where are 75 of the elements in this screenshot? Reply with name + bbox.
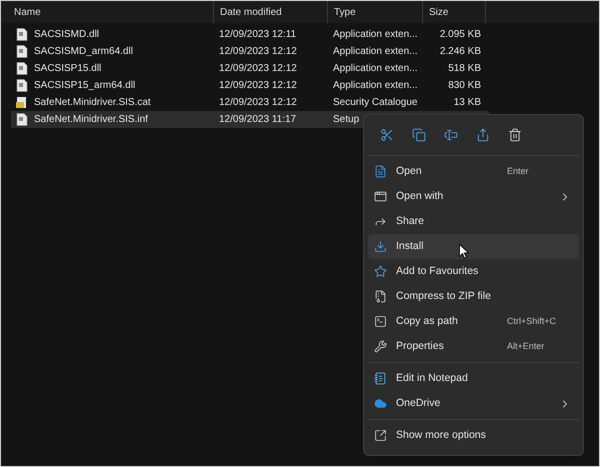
- menu-item-label: Compress to ZIP file: [396, 288, 491, 304]
- file-size: 2.246 KB: [440, 45, 481, 59]
- file-size: 830 KB: [448, 79, 481, 93]
- file-date: 12/09/2023 12:12: [218, 45, 298, 59]
- file-type: Application exten...: [332, 62, 418, 76]
- menu-item-label: Open: [396, 164, 422, 179]
- file-size: 13 KB: [454, 96, 481, 110]
- file-name: SACSISP15_arm64.dll: [34, 79, 136, 93]
- file-date: 12/09/2023 12:12: [218, 96, 298, 110]
- document-icon: [374, 165, 387, 178]
- more-options-icon: [374, 429, 387, 442]
- file-size: 518 KB: [448, 62, 481, 76]
- file-icon: [16, 62, 28, 75]
- file-icon: [16, 113, 28, 126]
- file-row[interactable]: SACSISP15.dll 12/09/2023 12:12 Application exten... 518 KB: [11, 60, 489, 77]
- file-size: 2.095 KB: [440, 28, 481, 42]
- notepad-icon: [374, 372, 387, 385]
- path-icon: [374, 315, 387, 328]
- menu-item[interactable]: OneDrive: [368, 391, 579, 416]
- copy-icon[interactable]: [410, 126, 427, 144]
- shortcut-label: Alt+Enter: [507, 340, 546, 353]
- star-icon: [374, 265, 387, 278]
- file-type: Application exten...: [332, 79, 418, 93]
- menu-item-label: Show more options: [396, 428, 486, 443]
- file-type: Application exten...: [332, 28, 418, 42]
- file-name: SACSISMD.dll: [34, 28, 100, 42]
- app-window-icon: [374, 190, 387, 203]
- file-date: 12/09/2023 12:12: [218, 62, 298, 76]
- file-type: Security Catalogue: [332, 96, 418, 110]
- file-name: SACSISP15.dll: [34, 62, 102, 76]
- menu-item-label: Properties: [396, 338, 444, 354]
- file-row[interactable]: SafeNet.Minidriver.SIS.cat 12/09/2023 12:12 Security Catalogue 13 KB: [11, 94, 489, 111]
- shortcut-label: Enter: [507, 164, 530, 178]
- file-name: SACSISMD_arm64.dll: [34, 45, 133, 59]
- cursor-icon: [459, 244, 469, 259]
- menu-item[interactable]: Compress to ZIP file: [368, 284, 579, 309]
- menu-item[interactable]: Open Enter: [368, 159, 579, 184]
- file-row[interactable]: SACSISP15_arm64.dll 12/09/2023 12:12 Application exten... 830 KB: [11, 77, 489, 94]
- menu-item[interactable]: Edit in Notepad: [368, 366, 579, 391]
- menu-item[interactable]: Add to Favourites: [368, 259, 579, 284]
- file-date: 12/09/2023 12:12: [218, 79, 298, 93]
- column-header[interactable]: Type: [328, 1, 423, 23]
- menu-item[interactable]: Properties Alt+Enter: [368, 334, 579, 359]
- file-date: 12/09/2023 11:17: [218, 113, 298, 127]
- menu-item[interactable]: Install: [368, 234, 579, 259]
- menu-item[interactable]: Share: [368, 209, 579, 234]
- column-header[interactable]: Size: [423, 1, 486, 23]
- menu-item[interactable]: Copy as path Ctrl+Shift+C: [368, 309, 579, 334]
- file-name: SafeNet.Minidriver.SIS.cat: [34, 96, 151, 110]
- file-date: 12/09/2023 12:11: [218, 28, 298, 42]
- file-row[interactable]: SACSISMD.dll 12/09/2023 12:11 Application exten... 2.095 KB: [11, 26, 489, 43]
- menu-item-label: Copy as path: [396, 314, 458, 329]
- cloud-icon: [374, 397, 387, 410]
- file-icon: [16, 28, 28, 41]
- file-icon: [16, 79, 28, 92]
- certificate-icon: [16, 96, 28, 109]
- file-type: Application exten...: [332, 45, 418, 59]
- menu-item-label: Add to Favourites: [396, 264, 478, 279]
- menu-item[interactable]: Show more options: [368, 423, 579, 448]
- column-header[interactable]: Name: [1, 1, 214, 23]
- menu-item-label: Edit in Notepad: [396, 370, 468, 386]
- file-type: Setup: [332, 113, 360, 127]
- menu-item-label: OneDrive: [396, 396, 440, 411]
- archive-icon: [374, 290, 387, 303]
- column-header[interactable]: Date modified: [214, 1, 328, 23]
- download-icon: [374, 240, 387, 253]
- file-name: SafeNet.Minidriver.SIS.inf: [34, 113, 148, 127]
- file-icon: [16, 45, 28, 58]
- file-row[interactable]: SACSISMD_arm64.dll 12/09/2023 12:12 Application exten... 2.246 KB: [11, 43, 489, 60]
- menu-item-label: Install: [396, 238, 424, 254]
- menu-item[interactable]: Open with: [368, 184, 579, 209]
- shortcut-label: Ctrl+Shift+C: [507, 314, 558, 328]
- menu-item-label: Open with: [396, 188, 444, 204]
- wrench-icon: [374, 340, 387, 353]
- menu-item-label: Share: [396, 214, 424, 229]
